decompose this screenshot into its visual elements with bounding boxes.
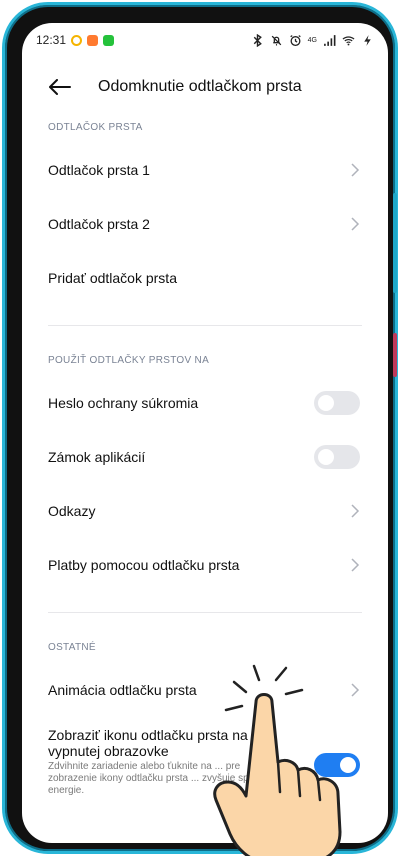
app-header: Odomknutie odtlačkom prsta xyxy=(22,65,388,109)
section-label-other: OSTATNÉ xyxy=(48,642,96,653)
back-button[interactable] xyxy=(38,65,82,109)
app-notification-icon xyxy=(71,34,83,46)
row-app-lock[interactable]: Zámok aplikácií xyxy=(22,430,388,484)
row-fingerprint-payments[interactable]: Platby pomocou odtlačku prsta xyxy=(22,538,388,592)
row-fingerprint-1[interactable]: Odtlačok prsta 1 xyxy=(22,143,388,197)
row-label: Animácia odtlačku prsta xyxy=(48,682,197,698)
alarm-icon xyxy=(289,34,301,46)
tap-gesture-hand-icon xyxy=(213,664,342,856)
bluetooth-icon xyxy=(253,33,262,47)
row-privacy-password[interactable]: Heslo ochrany súkromia xyxy=(22,376,388,430)
row-add-fingerprint[interactable]: Pridať odtlačok prsta xyxy=(22,251,388,305)
row-label: Heslo ochrany súkromia xyxy=(48,395,199,411)
row-label: Odtlačok prsta 1 xyxy=(48,162,150,178)
charging-icon xyxy=(364,34,371,46)
chevron-right-icon xyxy=(351,163,360,177)
power-button xyxy=(393,333,397,377)
chevron-right-icon xyxy=(351,217,360,231)
app-notification-icon xyxy=(87,34,99,46)
row-label: Pridať odtlačok prsta xyxy=(48,270,177,286)
signal-icon xyxy=(324,34,336,46)
row-shortcuts[interactable]: Odkazy xyxy=(22,484,388,538)
app-notification-icon xyxy=(103,34,115,46)
status-time: 12:31 xyxy=(36,33,67,47)
chevron-right-icon xyxy=(351,558,360,572)
toggle-knob xyxy=(318,449,334,465)
row-label: Odkazy xyxy=(48,503,96,519)
toggle-knob xyxy=(318,395,334,411)
row-label: Zámok aplikácií xyxy=(48,449,146,465)
privacy-password-toggle[interactable] xyxy=(314,391,360,415)
chevron-right-icon xyxy=(351,504,360,518)
wifi-icon xyxy=(342,35,355,45)
network-type: 4G xyxy=(307,36,317,44)
status-bar: 12:31 4G xyxy=(22,23,388,57)
row-fingerprint-2[interactable]: Odtlačok prsta 2 xyxy=(22,197,388,251)
row-label: Platby pomocou odtlačku prsta xyxy=(48,557,240,573)
app-lock-toggle[interactable] xyxy=(314,445,360,469)
page-title: Odomknutie odtlačkom prsta xyxy=(98,78,302,95)
volume-button xyxy=(393,193,397,293)
back-arrow-icon xyxy=(49,79,71,95)
row-label: Odtlačok prsta 2 xyxy=(48,216,150,232)
mute-bell-icon xyxy=(271,35,281,45)
section-label-use-fingerprints: POUŽIŤ ODTLAČKY PRSTOV NA xyxy=(48,355,210,366)
section-label-fingerprint: ODTLAČOK PRSTA xyxy=(48,122,143,133)
